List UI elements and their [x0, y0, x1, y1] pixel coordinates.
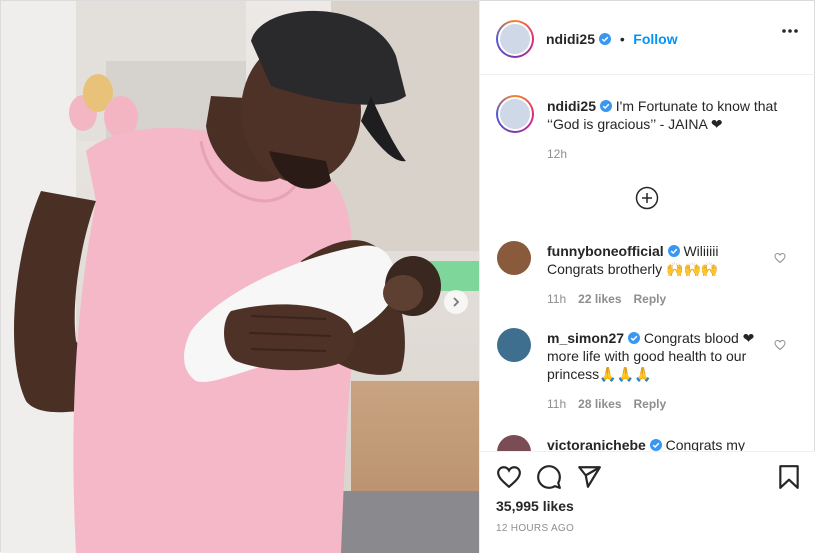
commenter-avatar[interactable]: [497, 328, 531, 362]
separator: •: [619, 31, 625, 47]
comment-icon[interactable]: [536, 464, 562, 490]
comment-time: 11h: [547, 397, 567, 411]
instagram-post: ndidi25 • Follow ndidi25 I'm Fortunate t…: [0, 0, 815, 553]
comment-meta: 11h 28 likes Reply: [547, 395, 777, 413]
commenter-username[interactable]: m_simon27: [547, 330, 624, 346]
bookmark-icon[interactable]: [776, 464, 802, 490]
comment-time: 11h: [547, 292, 567, 306]
comment-meta: 11h 22 likes Reply: [547, 290, 777, 308]
next-photo-button[interactable]: [444, 290, 468, 314]
caption: ndidi25 I'm Fortunate to know that ‘‘God…: [547, 97, 802, 163]
commenter-username[interactable]: funnyboneofficial: [547, 243, 664, 259]
post-actions-footer: 35,995 likes 12 HOURS AGO: [480, 451, 815, 553]
caption-time: 12h: [547, 147, 568, 161]
comment-text: Congrats my: [665, 437, 745, 451]
commenter-avatar[interactable]: [497, 241, 531, 275]
commenter-avatar[interactable]: [497, 435, 531, 451]
next-photo-icon: [453, 297, 460, 307]
verified-badge-icon: [599, 33, 612, 45]
reply-button[interactable]: Reply: [634, 397, 667, 411]
post-time-ago: 12 HOURS AGO: [496, 523, 575, 534]
verified-badge-icon: [599, 100, 612, 112]
comments-scroll-area[interactable]: ndidi25 I'm Fortunate to know that ‘‘God…: [480, 75, 815, 451]
caption-author-avatar[interactable]: [496, 95, 534, 133]
comment-like-heart-icon[interactable]: [774, 252, 786, 264]
post-side-panel: ndidi25 • Follow ndidi25 I'm Fortunate t…: [479, 1, 815, 553]
like-heart-icon[interactable]: [496, 464, 522, 490]
verified-badge-icon: [649, 439, 662, 451]
post-photo[interactable]: [1, 1, 479, 553]
commenter-username[interactable]: victoranichebe: [547, 437, 646, 451]
like-count[interactable]: 35,995 likes: [496, 498, 574, 514]
comment-like-heart-icon[interactable]: [774, 339, 786, 351]
comment-likes[interactable]: 28 likes: [578, 397, 621, 411]
verified-badge-icon: [627, 332, 640, 344]
header-user-line: ndidi25 • Follow: [546, 31, 678, 49]
add-comment-icon[interactable]: [635, 186, 659, 210]
verified-badge-icon: [667, 245, 680, 257]
post-header: ndidi25 • Follow: [480, 1, 815, 75]
reply-button[interactable]: Reply: [634, 292, 667, 306]
share-icon[interactable]: [576, 464, 602, 490]
comment-body: m_simon27 Congrats blood ❤more life with…: [547, 329, 777, 413]
caption-author[interactable]: ndidi25: [547, 98, 596, 114]
author-username[interactable]: ndidi25: [546, 31, 595, 47]
photo-illustration: [1, 1, 479, 553]
comment-body: victoranichebe Congrats my: [547, 436, 777, 451]
comment-likes[interactable]: 22 likes: [578, 292, 621, 306]
more-options-icon[interactable]: [782, 29, 798, 33]
comment-body: funnyboneofficial Wiliiiii Congrats brot…: [547, 242, 777, 308]
follow-button[interactable]: Follow: [633, 31, 677, 47]
author-avatar[interactable]: [496, 20, 534, 58]
